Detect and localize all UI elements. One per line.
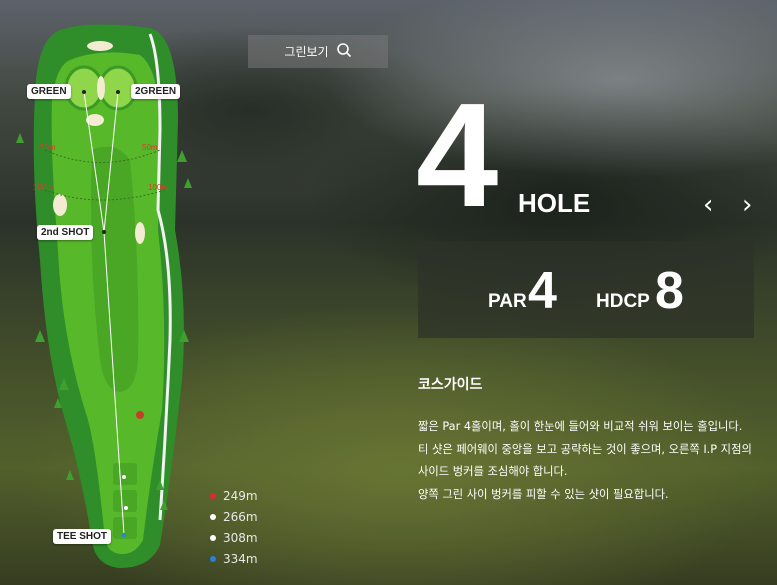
tee-legend: 249m 266m 308m 334m <box>210 485 258 569</box>
tee-color-dot <box>210 555 216 562</box>
chevron-right-icon[interactable]: › <box>742 190 752 220</box>
second-shot-label: 2nd SHOT <box>37 225 94 240</box>
tee-distance: 308m <box>223 530 258 545</box>
hazard-marker <box>136 411 144 419</box>
legend-row: 266m <box>210 506 258 527</box>
hole-number: 4 <box>416 73 498 238</box>
tee-distance: 334m <box>223 551 258 566</box>
guide-line: 짧은 Par 4홀이며, 홀이 한눈에 들어와 비교적 쉬워 보이는 홀입니다. <box>418 420 743 433</box>
green-pin <box>116 90 120 94</box>
guide-line: 티 샷은 페어웨이 중앙을 보고 공략하는 것이 좋으며, 오른쪽 I.P 지점… <box>418 442 752 456</box>
par-value: 4 <box>528 262 557 320</box>
legend-row: 249m <box>210 485 258 506</box>
course-guide-title: 코스가이드 <box>418 377 483 393</box>
distance-label: 50m <box>142 143 158 152</box>
tee-color-dot <box>210 492 216 499</box>
tee-color-dot <box>210 534 216 541</box>
tee-marker <box>122 475 126 479</box>
green-view-label: 그린보기 <box>284 45 329 59</box>
tee-shot-label: TEE SHOT <box>53 529 112 544</box>
tee-distance: 249m <box>223 488 258 503</box>
hdcp-label: HDCP <box>596 291 650 312</box>
second-shot-point <box>102 230 106 234</box>
bunker <box>97 76 105 100</box>
chevron-left-icon[interactable]: ‹ <box>703 190 713 220</box>
hole-label: HOLE <box>518 188 591 218</box>
hdcp-value: 8 <box>655 262 684 320</box>
distance-label: 50m <box>40 143 56 152</box>
legend-row: 308m <box>210 527 258 548</box>
green-pin <box>82 90 86 94</box>
guide-line: 사이드 벙커를 조심해야 합니다. <box>418 465 568 478</box>
tee-box <box>113 463 137 485</box>
tee-distance: 266m <box>223 509 258 524</box>
tee-marker <box>122 533 126 537</box>
bunker <box>135 222 145 244</box>
green-left <box>64 65 104 111</box>
search-icon <box>336 42 352 61</box>
distance-label: 100m <box>148 183 169 192</box>
tee-marker <box>124 506 128 510</box>
distance-label: 100m <box>33 183 54 192</box>
course-guide-text: 짧은 Par 4홀이며, 홀이 한눈에 들어와 비교적 쉬워 보이는 홀입니다.… <box>418 416 768 506</box>
guide-line: 양쪽 그린 사이 벙커를 피할 수 있는 샷이 필요합니다. <box>418 487 669 501</box>
bunker <box>87 41 113 51</box>
par-label: PAR <box>488 291 527 312</box>
legend-row: 334m <box>210 548 258 569</box>
bunker <box>53 194 67 216</box>
tee-color-dot <box>210 513 216 520</box>
green-label: GREEN <box>27 84 71 99</box>
green-view-button[interactable]: 그린보기 <box>248 35 388 68</box>
hole-stats-box: PAR 4 HDCP 8 <box>418 241 754 338</box>
green2-label: 2GREEN <box>131 84 181 99</box>
